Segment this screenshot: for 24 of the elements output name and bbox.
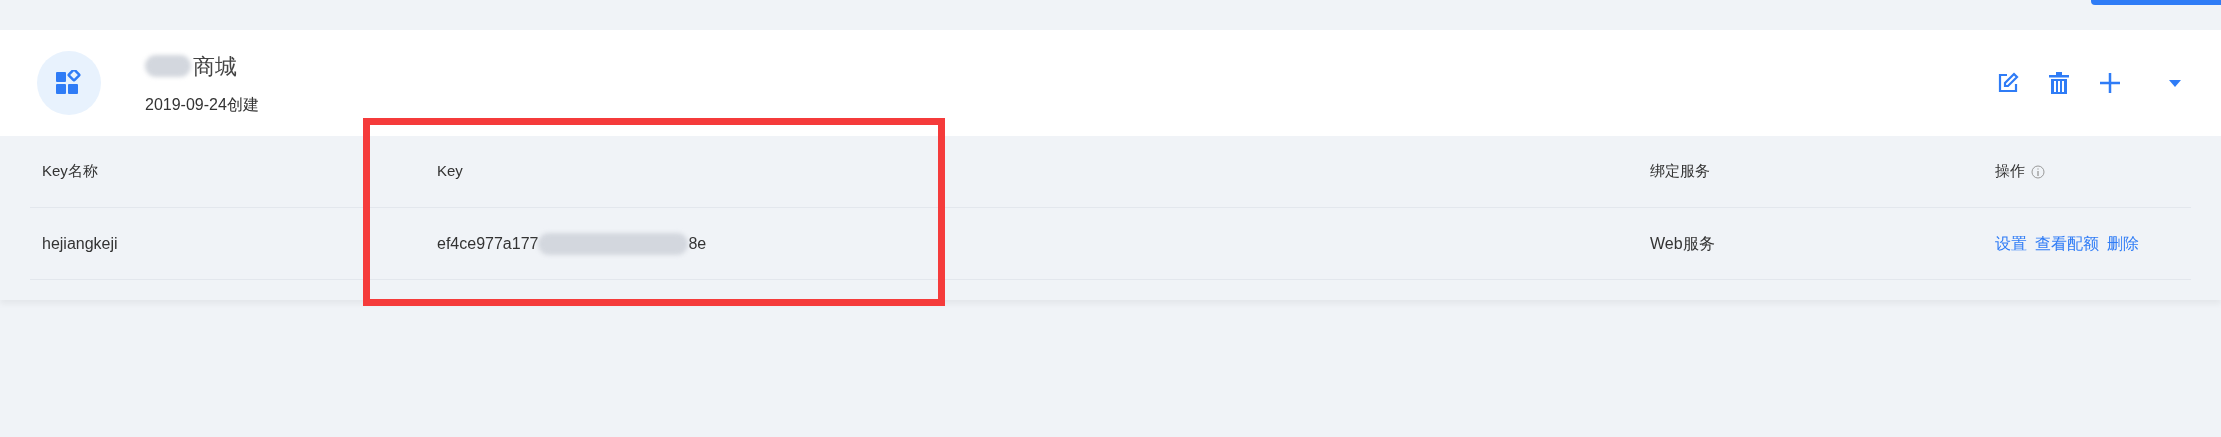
table-cell: Web服务 — [1650, 234, 1715, 252]
dropdown-button[interactable] — [2169, 79, 2181, 87]
app-title: 商城 — [193, 52, 237, 81]
edit-icon — [1997, 72, 2019, 94]
action-link[interactable]: 查看配额 — [2035, 231, 2099, 256]
column-header: Key — [437, 161, 463, 182]
action-link[interactable]: 删除 — [2107, 231, 2139, 256]
info-icon — [2031, 164, 2045, 179]
add-button[interactable] — [2099, 72, 2121, 94]
caret-icon — [2169, 79, 2181, 87]
edit-button[interactable] — [1997, 72, 2019, 94]
column-header: 绑定服务 — [1650, 161, 1710, 182]
created-date: 2019-09-24创建 — [145, 94, 259, 115]
action-link[interactable]: 设置 — [1995, 231, 2027, 256]
key-start: ef4ce977a177 — [437, 233, 539, 254]
plus-icon — [2099, 72, 2121, 94]
redaction-blur — [145, 55, 191, 77]
key-end: 8e — [688, 233, 707, 254]
table-cell: hejiangkeji — [42, 234, 118, 252]
apps-icon — [56, 70, 82, 96]
column-header: Key名称 — [42, 161, 98, 182]
delete-button[interactable] — [2049, 72, 2069, 94]
trash-icon — [2049, 72, 2069, 94]
column-header: 操作 — [1995, 161, 2025, 182]
